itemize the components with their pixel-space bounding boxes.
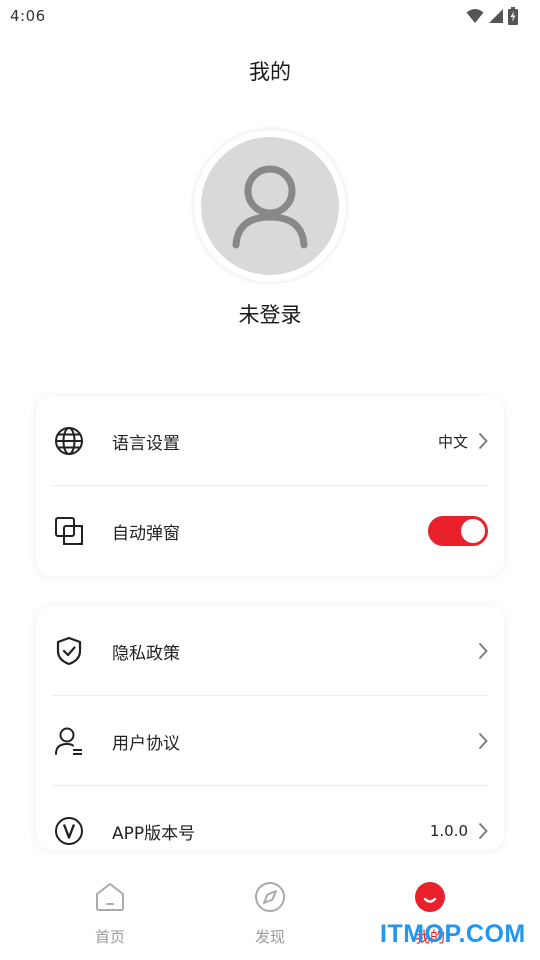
shield-check-icon — [54, 636, 84, 666]
privacy-policy-label: 隐私政策 — [112, 643, 180, 664]
home-icon — [93, 880, 127, 914]
page-title: 我的 — [249, 60, 291, 84]
user-agreement-label: 用户协议 — [112, 733, 180, 754]
user-avatar-icon — [232, 165, 308, 249]
status-icons — [466, 7, 518, 25]
info-card: 隐私政策 用户协议 APP版本号 1.0.0 — [36, 606, 504, 850]
chevron-right-icon — [478, 822, 488, 840]
chevron-right-icon — [478, 732, 488, 750]
copy-window-icon — [54, 516, 84, 546]
language-setting-label: 语言设置 — [112, 433, 180, 454]
watermark: ITMOP.COM — [380, 920, 526, 948]
privacy-policy-row[interactable]: 隐私政策 — [36, 606, 504, 696]
battery-charging-icon — [508, 7, 518, 25]
tab-home[interactable]: 首页 — [50, 868, 170, 960]
language-setting-row[interactable]: 语言设置 中文 — [36, 396, 504, 486]
app-version-label: APP版本号 — [112, 823, 196, 844]
cellular-signal-icon — [489, 9, 503, 23]
version-v-icon — [54, 816, 84, 846]
app-version-value: 1.0.0 — [429, 822, 468, 840]
status-bar: 4:06 — [0, 0, 540, 32]
auto-popup-toggle[interactable] — [428, 516, 488, 546]
tab-home-label: 首页 — [94, 928, 125, 946]
smile-icon — [413, 880, 447, 914]
user-document-icon — [54, 726, 84, 756]
app-version-row[interactable]: APP版本号 1.0.0 — [36, 786, 504, 850]
auto-popup-row: 自动弹窗 — [36, 486, 504, 576]
tab-discover[interactable]: 发现 — [210, 868, 330, 960]
settings-card: 语言设置 中文 自动弹窗 — [36, 396, 504, 576]
avatar-circle — [201, 137, 339, 275]
compass-icon — [253, 880, 287, 914]
avatar[interactable] — [194, 130, 346, 282]
globe-icon — [54, 426, 84, 456]
status-time: 4:06 — [10, 7, 46, 25]
auto-popup-label: 自动弹窗 — [112, 523, 180, 544]
chevron-right-icon — [478, 642, 488, 660]
toggle-knob — [461, 519, 485, 543]
login-status[interactable]: 未登录 — [0, 299, 540, 329]
language-value: 中文 — [437, 432, 468, 451]
tab-discover-label: 发现 — [254, 928, 285, 946]
user-agreement-row[interactable]: 用户协议 — [36, 696, 504, 786]
chevron-right-icon — [478, 432, 488, 450]
wifi-icon — [466, 9, 484, 23]
